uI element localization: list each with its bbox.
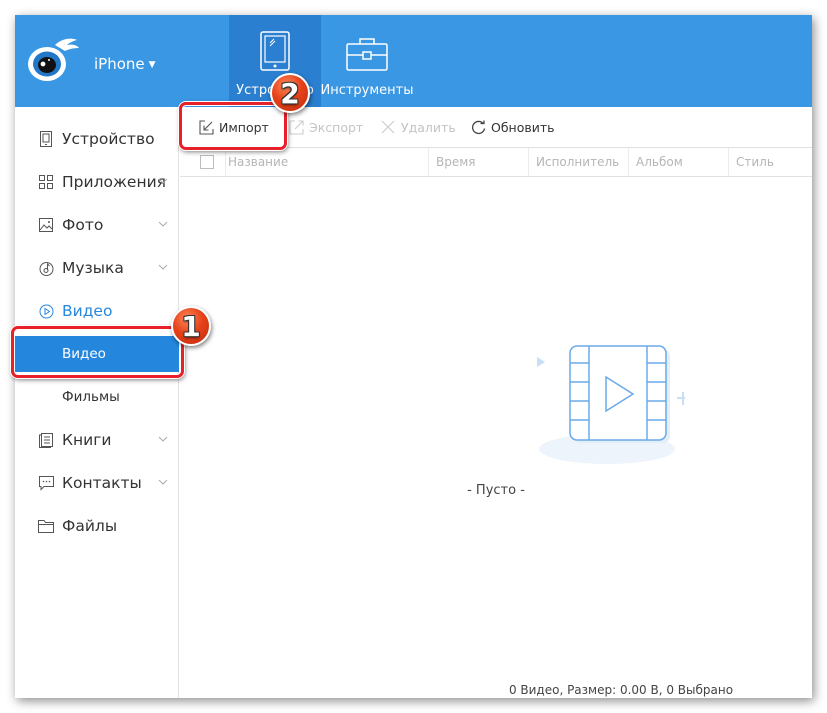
caret-down-icon: ▼ bbox=[148, 60, 156, 70]
toolbox-icon bbox=[346, 38, 388, 71]
music-icon bbox=[38, 260, 54, 276]
status-bar: 0 Видео, Размер: 0.00 B, 0 Выбрано bbox=[508, 683, 734, 697]
delete-label: Удалить bbox=[401, 119, 456, 135]
apps-grid-icon bbox=[38, 174, 54, 190]
books-icon bbox=[38, 432, 54, 448]
sidebar-item-label: Фото bbox=[62, 216, 104, 234]
step-badge-1: 1 bbox=[171, 306, 211, 346]
import-icon bbox=[198, 119, 214, 135]
sidebar-item-device[interactable]: Устройство bbox=[15, 121, 179, 157]
sidebar-item-label: Видео bbox=[62, 302, 113, 320]
column-header-name[interactable]: Название bbox=[228, 148, 288, 176]
refresh-label: Обновить bbox=[491, 119, 555, 135]
sidebar-subitem-video[interactable]: Видео bbox=[11, 336, 179, 372]
refresh-button[interactable]: Обновить bbox=[470, 117, 555, 137]
device-selector[interactable]: iPhone ▼ bbox=[94, 55, 156, 73]
sidebar-item-label: Контакты bbox=[62, 474, 142, 492]
column-header-album[interactable]: Альбом bbox=[636, 148, 683, 176]
sidebar-subitem-movies[interactable]: Фильмы bbox=[15, 379, 179, 415]
toolbar: Импорт Экспорт Удалить Обновить bbox=[180, 107, 812, 147]
sidebar-item-books[interactable]: Книги bbox=[15, 422, 179, 458]
main-panel: Импорт Экспорт Удалить Обновить Название… bbox=[180, 107, 812, 698]
photo-icon bbox=[38, 217, 54, 233]
app-window: iPhone ▼ Устройство bbox=[11, 15, 812, 698]
chevron-down-icon[interactable] bbox=[158, 219, 168, 229]
column-header-style[interactable]: Стиль bbox=[736, 148, 774, 176]
chevron-down-icon[interactable] bbox=[158, 434, 168, 444]
device-icon bbox=[38, 131, 54, 147]
chevron-down-icon[interactable] bbox=[158, 262, 168, 272]
sidebar-subitem-label: Фильмы bbox=[62, 389, 120, 405]
tab-tools-label: Инструменты bbox=[320, 83, 414, 98]
delete-button[interactable]: Удалить bbox=[380, 117, 456, 137]
video-icon bbox=[38, 303, 54, 319]
itools-logo-icon bbox=[28, 38, 79, 81]
sidebar-item-music[interactable]: Музыка bbox=[15, 250, 179, 286]
column-header-time[interactable]: Время bbox=[436, 148, 476, 176]
step-badge-2: 2 bbox=[270, 73, 310, 113]
sidebar: Устройство Приложения Фото Музыка Видео … bbox=[11, 107, 179, 698]
sidebar-item-label: Файлы bbox=[62, 517, 118, 535]
device-name: iPhone bbox=[94, 55, 145, 73]
sidebar-subitem-label: Видео bbox=[62, 346, 106, 362]
select-all-checkbox[interactable] bbox=[200, 155, 214, 169]
table-header: Название Время Исполнитель Альбом Стиль bbox=[180, 147, 812, 177]
top-header: iPhone ▼ Устройство bbox=[15, 15, 812, 107]
folder-icon bbox=[38, 518, 54, 534]
tab-tools[interactable]: Инструменты bbox=[320, 15, 414, 107]
export-button[interactable]: Экспорт bbox=[288, 117, 363, 137]
empty-state-text: - Пусто - bbox=[467, 483, 525, 498]
export-label: Экспорт bbox=[309, 119, 364, 135]
sidebar-item-label: Музыка bbox=[62, 259, 124, 277]
import-button[interactable]: Импорт bbox=[198, 117, 269, 137]
sidebar-item-label: Книги bbox=[62, 431, 112, 449]
sidebar-item-files[interactable]: Файлы bbox=[15, 508, 179, 544]
sidebar-item-contacts[interactable]: Контакты bbox=[15, 465, 179, 501]
close-icon bbox=[380, 119, 396, 135]
import-label: Импорт bbox=[219, 119, 269, 135]
sidebar-item-photo[interactable]: Фото bbox=[15, 207, 179, 243]
sidebar-item-label: Приложения bbox=[62, 173, 166, 191]
column-header-artist[interactable]: Исполнитель bbox=[536, 148, 619, 176]
contacts-icon bbox=[38, 475, 54, 491]
chevron-down-icon[interactable] bbox=[158, 477, 168, 487]
sidebar-item-label: Устройство bbox=[62, 130, 155, 148]
chevron-down-icon[interactable] bbox=[158, 176, 168, 186]
export-icon bbox=[288, 119, 304, 135]
sidebar-item-video[interactable]: Видео bbox=[15, 293, 179, 329]
refresh-icon bbox=[470, 119, 486, 135]
sidebar-item-apps[interactable]: Приложения bbox=[15, 164, 179, 200]
empty-video-illustration-icon bbox=[537, 345, 685, 464]
tablet-icon bbox=[260, 31, 290, 71]
